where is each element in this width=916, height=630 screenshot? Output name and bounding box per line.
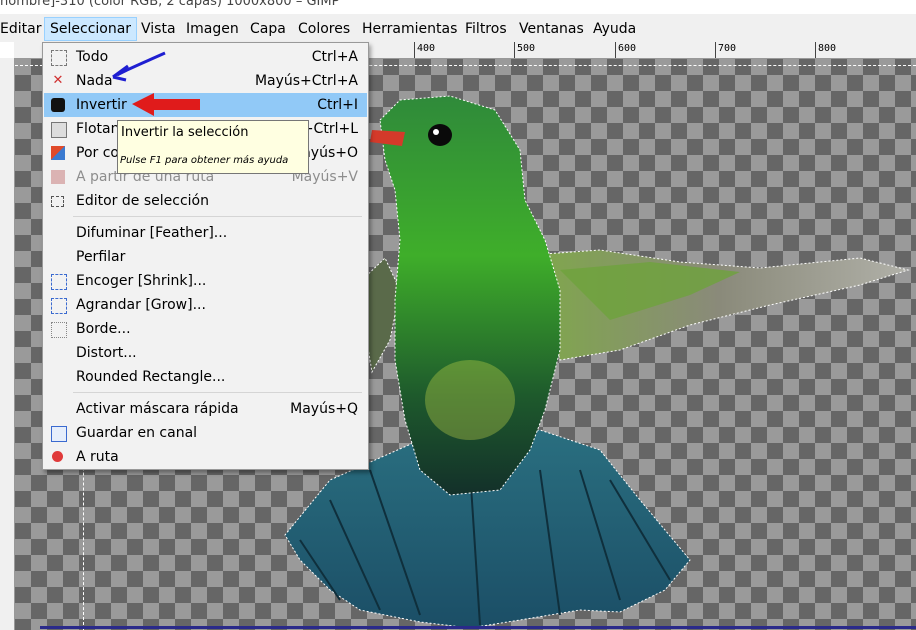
blue-arrow-head <box>112 64 129 82</box>
annotation-layer <box>112 51 200 116</box>
blue-arrow-annotation <box>116 51 166 77</box>
red-arrow-annotation <box>132 93 200 116</box>
